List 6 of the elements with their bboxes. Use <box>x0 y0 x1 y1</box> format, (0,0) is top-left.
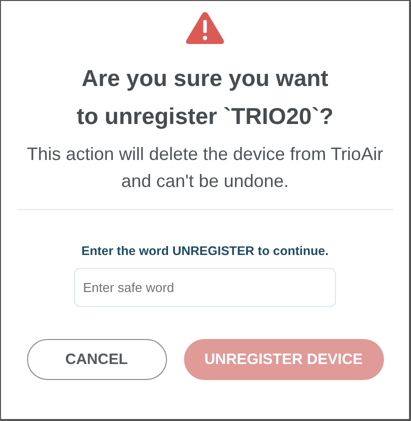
warning-icon <box>185 11 225 45</box>
safe-word-field[interactable]: Enter safe word <box>74 268 336 307</box>
prompt-text: Enter the word UNREGISTER to continue. <box>81 244 329 258</box>
dialog-title: Are you sure you want to unregister `TRIO20`? <box>76 64 334 131</box>
dialog-message: This action will delete the device from TrioAir and can't be undone. <box>26 143 384 193</box>
cancel-button[interactable]: CANCEL <box>26 339 166 380</box>
